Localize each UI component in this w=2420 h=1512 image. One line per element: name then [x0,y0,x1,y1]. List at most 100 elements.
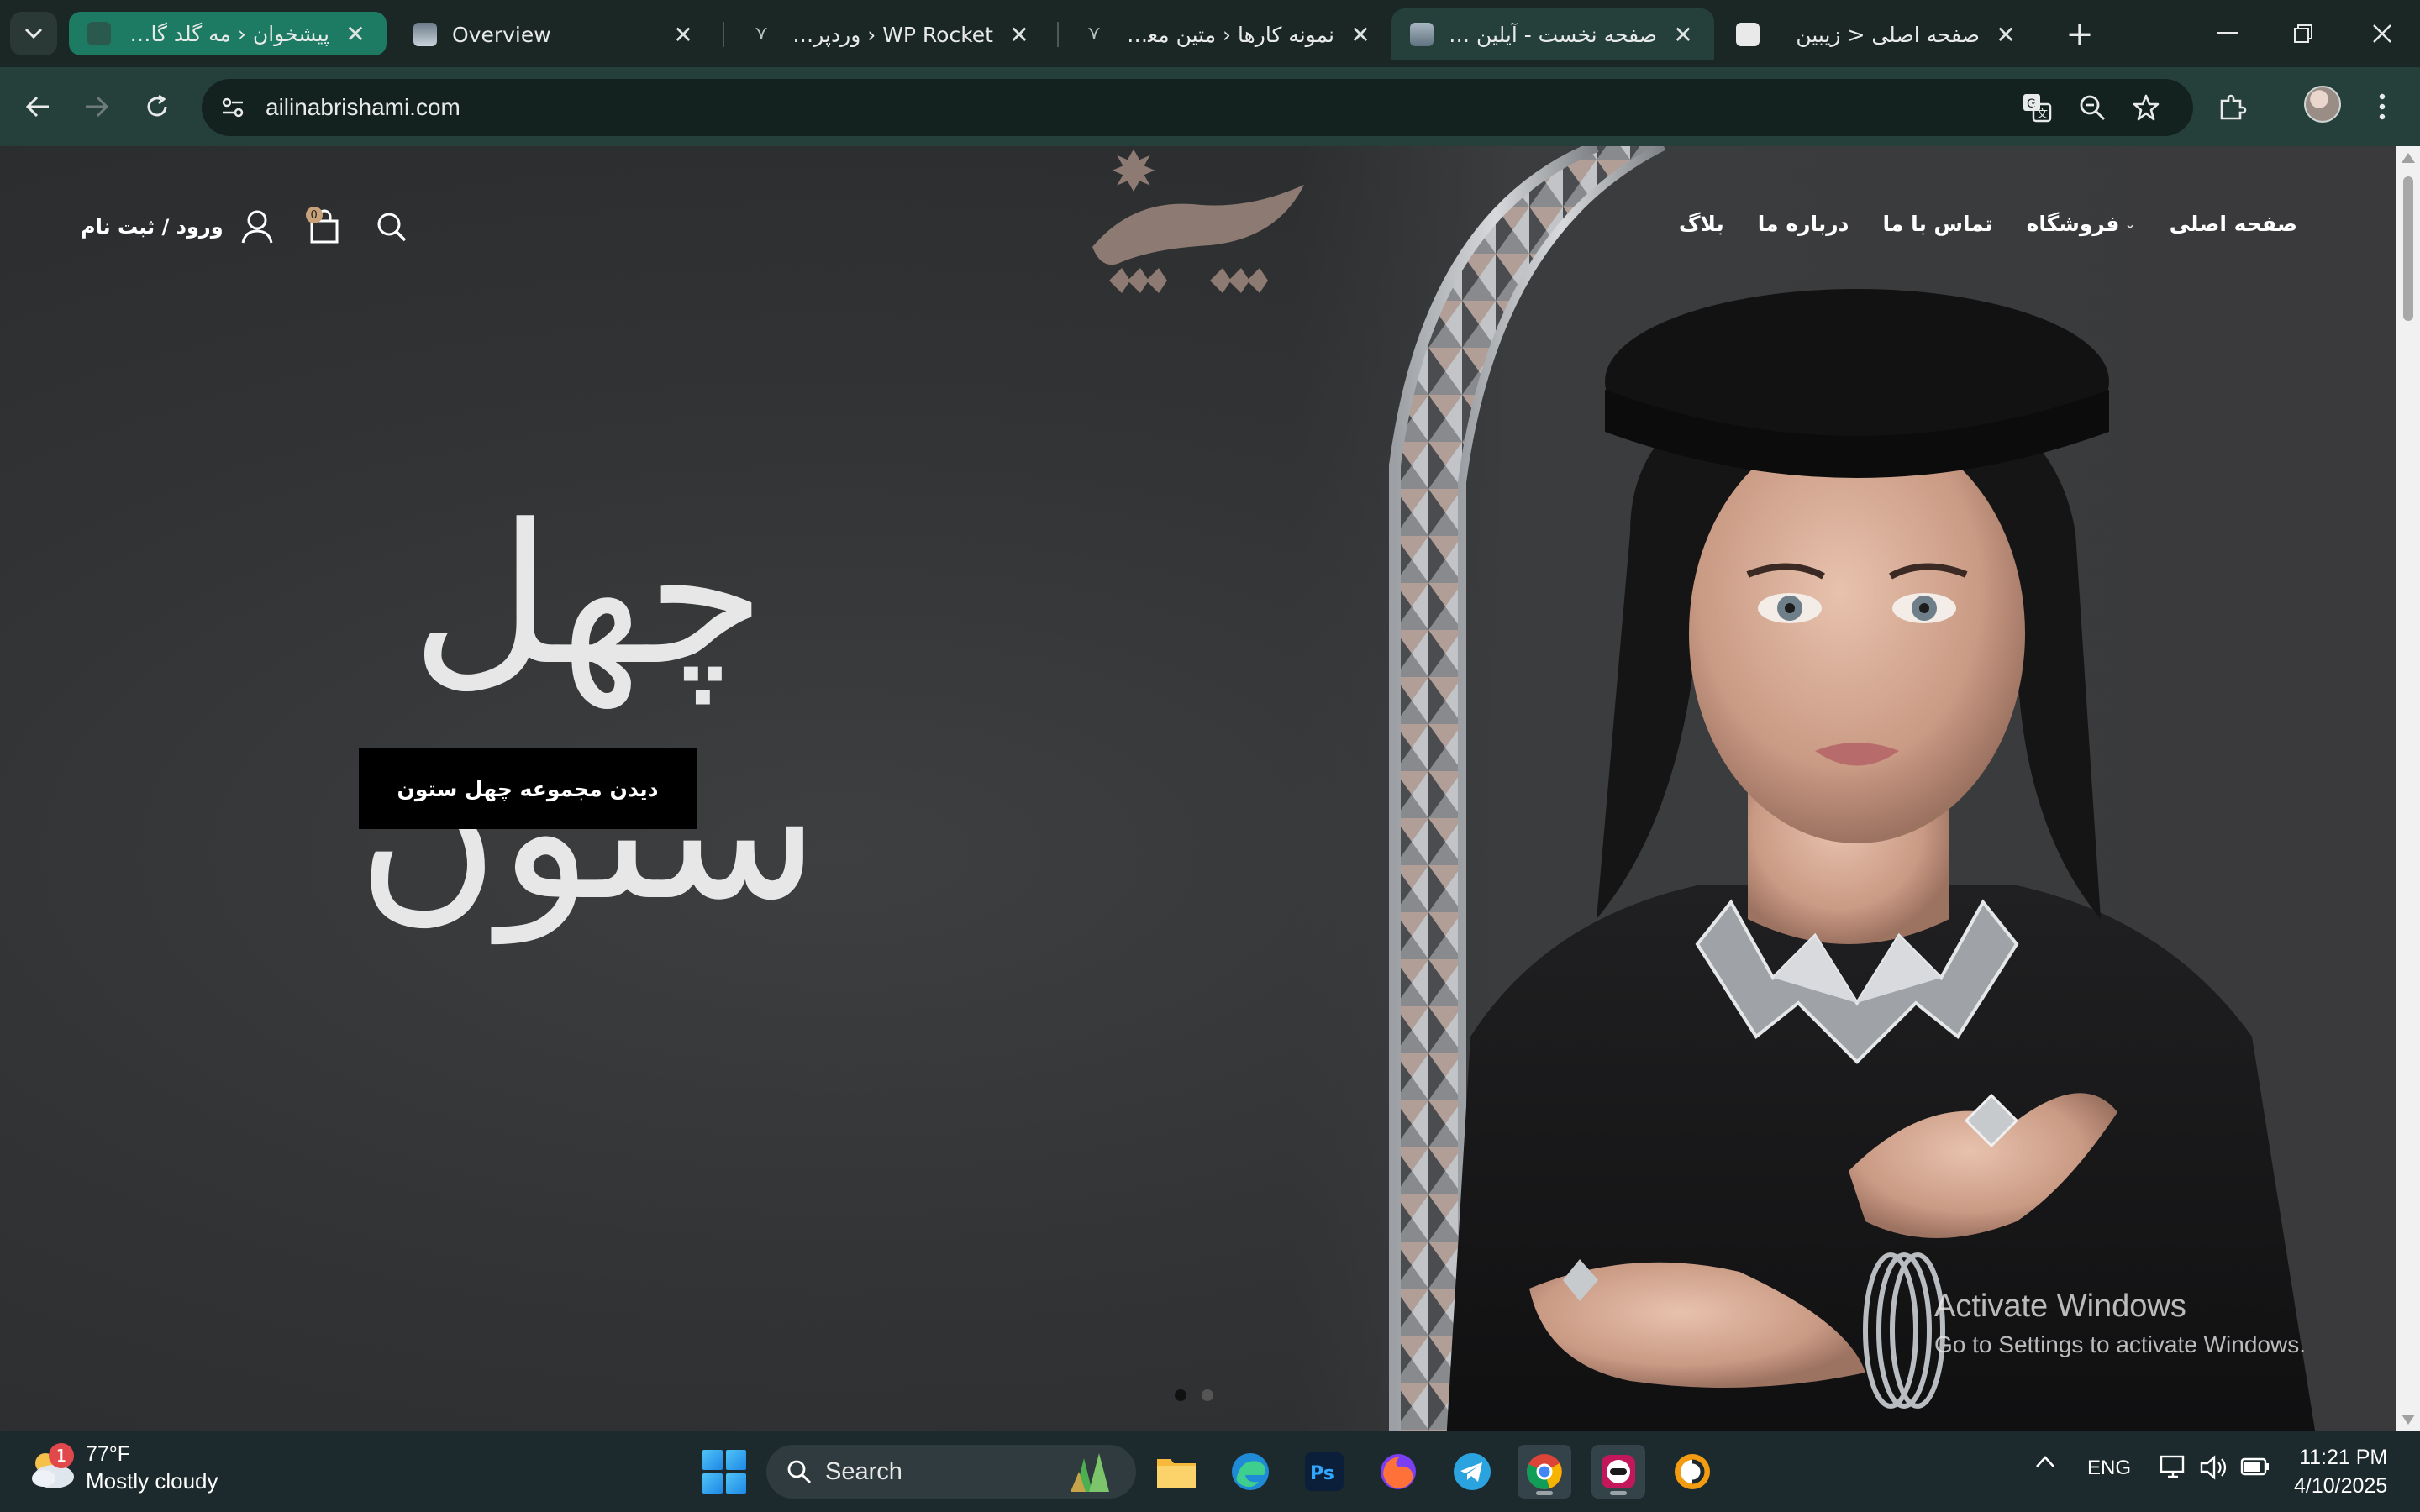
scroll-down-arrow-icon[interactable] [2402,1415,2415,1425]
system-clock[interactable]: 11:21 PM 4/10/2025 [2294,1443,2387,1500]
volume-button[interactable] [2200,1455,2228,1484]
taskbar-app-robot[interactable] [1591,1445,1645,1499]
tab-4[interactable]: ⋎ نمونه کارها ‹ متین معظمی ✕ [1064,8,1392,60]
forward-button[interactable] [72,82,121,131]
weather-badge: 1 [49,1443,74,1468]
site-logo[interactable] [1084,146,1311,306]
arrow-left-icon [25,96,49,118]
battery-icon [2240,1457,2269,1476]
close-icon[interactable]: ✕ [671,21,696,49]
nav-about[interactable]: درباره ما [1758,212,1849,236]
close-icon[interactable]: ✕ [343,20,368,48]
tab-3[interactable]: ⋎ WP Rocket ‹ وردپرس — ✕ [731,8,1050,60]
tab-search-button[interactable] [10,12,57,55]
watermark-line-1: Activate Windows [1934,1289,2186,1324]
nav-shop[interactable]: فروشگاه ⌄ [2027,212,2136,236]
tab-separator [1057,22,1059,47]
browser-toolbar: ailinabrishami.com G文 [0,67,2420,146]
kebab-menu-icon [2379,93,2386,120]
svg-text:Ps: Ps [1310,1463,1334,1484]
tab-title: پیشخوان ‹ مه گلد گالری — [126,21,329,46]
profile-avatar[interactable] [2304,86,2341,123]
cart-count-badge: 0 [305,207,323,223]
weather-widget[interactable]: 1 77°F Mostly cloudy [25,1441,218,1495]
site-main-nav: صفحه اصلی فروشگاه ⌄ تماس با ما درباره ما … [1679,212,2297,236]
slider-dot-1[interactable] [1175,1389,1186,1401]
reload-button[interactable] [133,82,182,131]
network-button[interactable] [2160,1455,2188,1484]
url-text[interactable]: ailinabrishami.com [266,94,460,121]
partly-cloudy-icon: 1 [25,1441,79,1495]
tune-icon [222,97,244,118]
taskbar-app-vpn[interactable] [1665,1445,1719,1499]
close-icon[interactable]: ✕ [1670,21,1696,49]
extensions-button[interactable] [2208,82,2257,131]
close-icon[interactable]: ✕ [1348,21,1373,49]
taskbar-telegram[interactable] [1445,1445,1499,1499]
bookmark-button[interactable] [2126,87,2166,128]
slider-dot-2[interactable] [1202,1389,1213,1401]
firefox-icon [1381,1454,1416,1489]
taskbar-firefox[interactable] [1371,1445,1425,1499]
close-icon[interactable]: ✕ [1993,21,2018,49]
robot-app-icon [1602,1455,1635,1488]
close-window-button[interactable] [2344,8,2420,59]
minimize-button[interactable] [2190,8,2265,59]
close-icon [2373,24,2391,43]
battery-button[interactable] [2240,1457,2270,1481]
taskbar-search[interactable]: Search [766,1445,1136,1499]
restore-button[interactable] [2265,8,2341,59]
back-button[interactable] [13,82,62,131]
tab-1[interactable]: پیشخوان ‹ مه گلد گالری — ✕ [69,12,387,55]
clock-time: 11:21 PM [2299,1446,2388,1469]
address-bar[interactable]: ailinabrishami.com G文 [202,79,2193,136]
site-favicon-icon [87,22,111,45]
chrome-menu-button[interactable] [2358,82,2407,131]
scroll-up-arrow-icon[interactable] [2402,153,2415,163]
tab-5-active[interactable]: صفحه نخست - آیلین ابریشمی ✕ [1392,8,1714,60]
nav-contact[interactable]: تماس با ما [1883,212,1993,236]
star-icon [2133,94,2160,121]
network-icon [2160,1455,2185,1478]
new-tab-button[interactable]: + [2060,15,2099,54]
chevron-down-icon: ⌄ [2124,216,2136,232]
chevron-up-icon [2036,1456,2054,1467]
taskbar-file-explorer[interactable] [1150,1445,1203,1499]
translate-button[interactable]: G文 [2017,87,2057,128]
search-icon [377,213,406,242]
zoom-button[interactable] [2072,87,2112,128]
login-register-link[interactable]: ورود / ثبت نام [81,215,224,239]
close-icon[interactable]: ✕ [1007,21,1032,49]
input-language[interactable]: ENG [2087,1457,2131,1480]
account-button[interactable] [235,205,279,249]
arrow-right-icon [86,96,109,118]
taskbar-search-label: Search [825,1457,902,1485]
restore-icon [2294,24,2312,43]
header-tools: ورود / ثبت نام 0 [81,203,437,250]
taskbar-chrome[interactable] [1518,1445,1571,1499]
tab-6[interactable]: صفحه اصلی < زیبین ✕ [1718,8,2037,60]
translate-icon: G文 [2023,94,2052,123]
taskbar-edge[interactable] [1223,1445,1277,1499]
tab-2[interactable]: Overview ✕ [395,8,714,60]
view-collection-button[interactable]: دیدن مجموعه چهل ستون [359,748,697,829]
start-button[interactable] [702,1450,746,1494]
tab-title: صفحه اصلی < زیبین [1796,22,1980,47]
nav-shop-label: فروشگاه [2026,212,2120,236]
page-scrollbar[interactable] [2396,146,2420,1431]
overview-favicon-icon [413,23,437,46]
site-info-button[interactable] [212,87,254,129]
show-hidden-icons-button[interactable] [2035,1455,2055,1473]
nav-blog[interactable]: بلاگ [1679,212,1724,236]
cart-button[interactable]: 0 [302,205,346,249]
taskbar-photoshop[interactable]: Ps [1297,1445,1351,1499]
nav-home[interactable]: صفحه اصلی [2170,212,2297,236]
speaker-icon [2200,1455,2227,1480]
svg-text:文: 文 [2037,108,2048,121]
windows-taskbar: 1 77°F Mostly cloudy Search Ps ENG 11:21… [0,1431,2420,1512]
scrollbar-thumb[interactable] [2403,176,2413,321]
windows-logo-icon [726,1450,746,1470]
chevron-down-icon [24,28,43,39]
tab-strip: پیشخوان ‹ مه گلد گالری — ✕ Overview ✕ ⋎ … [0,0,2420,67]
site-search-button[interactable] [370,205,413,249]
